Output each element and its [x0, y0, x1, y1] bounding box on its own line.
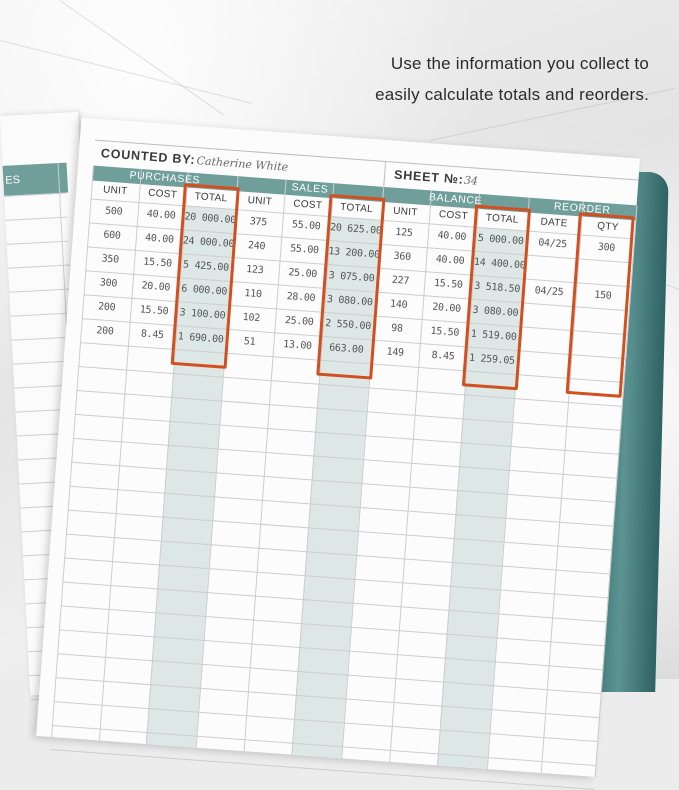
sales-unit-cell: 240	[247, 240, 266, 253]
balance-cost-cell: 40.00	[437, 229, 467, 244]
purchases-unit-cell: 200	[97, 301, 116, 314]
sales-unit-cell: 123	[245, 264, 264, 277]
balance-unit-cell: 360	[393, 250, 412, 264]
sheet-number-value: 34	[463, 173, 479, 188]
purchases-unit-cell: 500	[104, 205, 123, 218]
purchases-unit-cell: 350	[101, 253, 120, 266]
balance-cost-cell: 8.45	[431, 349, 455, 363]
purchases-cost-cell: 15.50	[139, 304, 169, 318]
purchases-unit-cell: 200	[95, 325, 114, 338]
inventory-sheet: COUNTED BY: Catherine White SHEET №: 34 …	[36, 117, 641, 790]
balance-unit-cell: 149	[386, 346, 405, 359]
sales-cost-cell: 55.00	[289, 243, 320, 257]
balance-unit-cell: 227	[391, 274, 410, 287]
headline-line-1: Use the information you collect to	[390, 54, 649, 73]
sales-unit-cell: 375	[249, 216, 268, 229]
left-page-row-line	[5, 216, 68, 221]
left-page-row-line	[7, 264, 70, 269]
sales-cost-cell: 28.00	[286, 291, 316, 305]
balance-cost-cell: 15.50	[433, 277, 463, 291]
sales-cost-cell: 55.00	[291, 219, 321, 233]
sales-cost-cell: 13.00	[282, 338, 313, 353]
headline-line-2: easily calculate totals and reorders.	[375, 85, 649, 104]
balance-unit-cell: 98	[390, 322, 404, 335]
left-page-row-line	[9, 288, 72, 293]
left-page-row-line	[10, 312, 73, 317]
sales-unit-cell: 102	[242, 311, 261, 325]
left-page-row-line	[6, 240, 69, 245]
purchases-cost-cell: 20.00	[141, 280, 171, 294]
purchases-unit-cell: 300	[99, 277, 118, 290]
purchases-cost-cell: 40.00	[146, 208, 176, 222]
balance-cost-cell: 20.00	[431, 301, 462, 315]
sales-cost-cell: 25.00	[288, 267, 318, 281]
balance-cost-cell: 15.50	[430, 325, 460, 339]
sales-cost-cell: 25.00	[284, 315, 314, 329]
purchases-cost-cell: 15.50	[142, 256, 173, 270]
headline: Use the information you collect to easil…	[319, 48, 649, 110]
purchases-cost-cell: 8.45	[140, 328, 165, 342]
balance-unit-cell: 125	[394, 226, 413, 240]
balance-unit-cell: 140	[389, 298, 408, 311]
balance-cost-cell: 40.00	[435, 253, 465, 267]
purchases-cost-cell: 40.00	[144, 232, 174, 246]
sales-unit-cell: 110	[244, 288, 263, 301]
reorder-date-cell	[516, 350, 572, 378]
sales-unit-cell: 51	[243, 336, 256, 348]
purchases-unit-cell: 600	[102, 229, 121, 242]
